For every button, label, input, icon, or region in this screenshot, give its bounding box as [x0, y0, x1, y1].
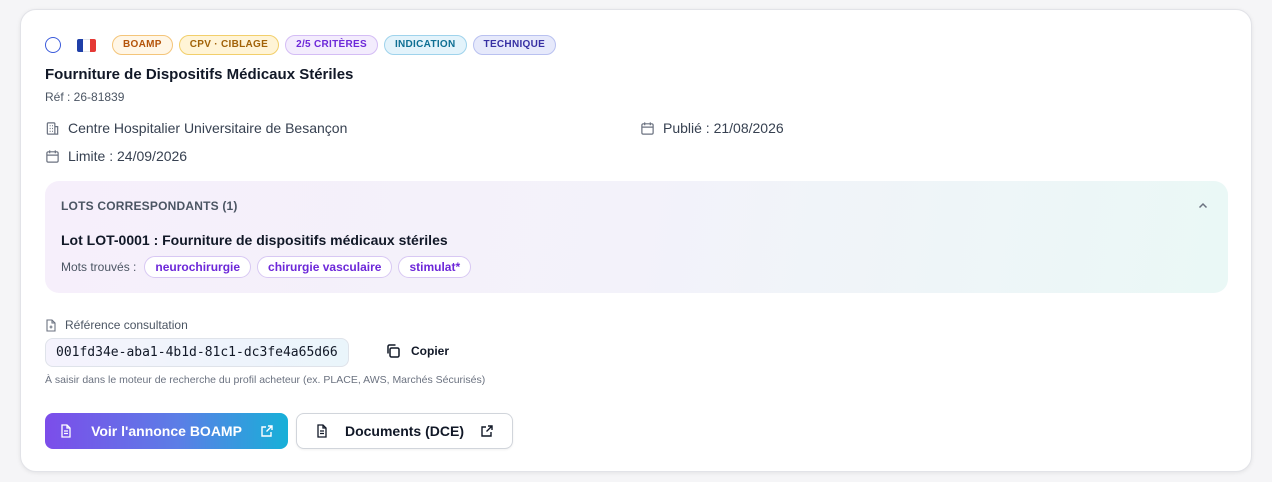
badge-technique: TECHNIQUE — [472, 35, 557, 55]
consultation-code[interactable]: 001fd34e-aba1-4b1d-81c1-dc3fe4a65d66 — [45, 338, 349, 367]
lot-title: Lot LOT-0001 : Fourniture de dispositifs… — [61, 232, 448, 248]
external-link-icon — [481, 425, 493, 437]
view-boamp-label: Voir l'annonce BOAMP — [91, 423, 242, 439]
document-icon — [46, 318, 56, 332]
keywords-label: Mots trouvés : — [61, 260, 137, 274]
badge-row: BOAMP CPV · CIBLAGE 2/5 CRITÈRES INDICAT… — [45, 35, 557, 55]
tender-title: Fourniture de Dispositifs Médicaux Stéri… — [45, 66, 354, 83]
badge-criteres: 2/5 CRITÈRES — [285, 35, 378, 55]
matching-lots-panel: LOTS CORRESPONDANTS (1) Lot LOT-0001 : F… — [45, 181, 1228, 293]
keyword-chip: neurochirurgie — [144, 256, 252, 278]
chevron-up-icon[interactable] — [1196, 199, 1210, 213]
documents-dce-label: Documents (DCE) — [344, 423, 464, 439]
document-icon — [317, 424, 327, 438]
keyword-chip: stimulat* — [398, 256, 472, 278]
tender-card: BOAMP CPV · CIBLAGE 2/5 CRITÈRES INDICAT… — [20, 9, 1252, 472]
documents-dce-button[interactable]: Documents (DCE) — [296, 413, 513, 449]
badge-cpv-ciblage: CPV · CIBLAGE — [178, 35, 280, 55]
keywords-row: Mots trouvés : neurochirurgie chirurgie … — [61, 256, 472, 278]
tender-reference: Réf : 26-81839 — [45, 90, 125, 104]
published-info: Publié : 21/08/2026 — [640, 120, 784, 136]
building-icon — [46, 121, 59, 135]
document-icon — [61, 424, 71, 438]
lots-heading: LOTS CORRESPONDANTS (1) — [61, 199, 238, 213]
deadline-info: Limite : 24/09/2026 — [45, 148, 187, 164]
badge-boamp: BOAMP — [112, 35, 173, 55]
buyer-info: Centre Hospitalier Universitaire de Besa… — [45, 120, 347, 136]
badge-indication: INDICATION — [383, 35, 467, 55]
buyer-name: Centre Hospitalier Universitaire de Besa… — [68, 120, 348, 136]
external-link-icon — [261, 425, 273, 437]
consultation-label-row: Référence consultation — [45, 318, 188, 332]
select-radio[interactable] — [45, 37, 61, 53]
copy-label: Copier — [411, 344, 450, 358]
france-flag-icon — [77, 38, 96, 52]
consultation-hint: À saisir dans le moteur de recherche du … — [45, 374, 486, 386]
calendar-icon — [46, 149, 59, 163]
view-boamp-button[interactable]: Voir l'annonce BOAMP — [45, 413, 288, 449]
copy-button[interactable]: Copier — [385, 343, 449, 359]
copy-icon — [387, 344, 400, 358]
deadline-date: Limite : 24/09/2026 — [68, 148, 188, 164]
published-date: Publié : 21/08/2026 — [663, 120, 784, 136]
calendar-icon — [641, 121, 654, 135]
keyword-chip: chirurgie vasculaire — [257, 256, 393, 278]
consultation-label: Référence consultation — [65, 318, 188, 332]
